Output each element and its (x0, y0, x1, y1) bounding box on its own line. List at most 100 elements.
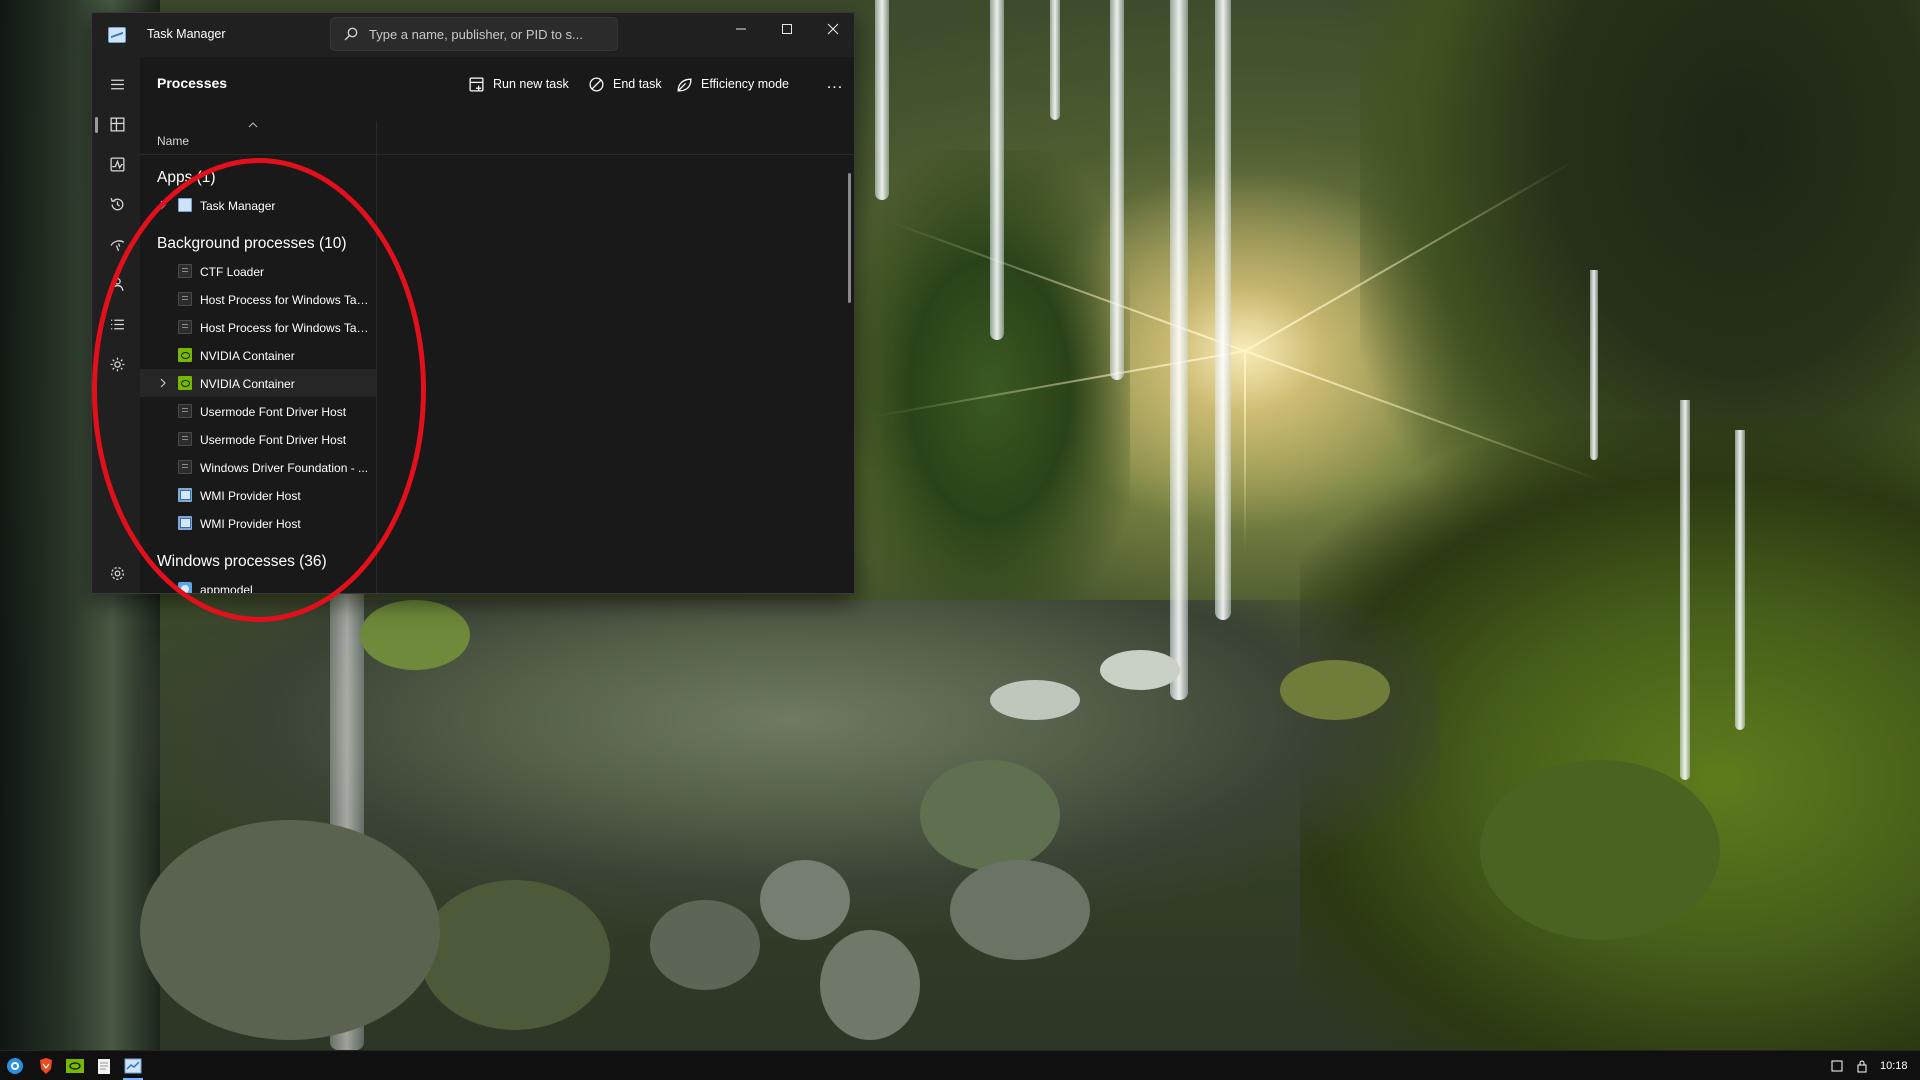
taskbar-brave-button[interactable] (34, 1054, 58, 1078)
column-divider (376, 121, 377, 593)
efficiency-mode-button[interactable]: Efficiency mode (670, 69, 795, 99)
more-options-button[interactable]: ... (820, 69, 850, 99)
process-row[interactable]: appmodel (140, 575, 376, 593)
close-button[interactable] (810, 13, 856, 45)
end-task-button[interactable]: End task (582, 69, 668, 99)
process-name: Host Process for Windows Tasks (200, 321, 372, 335)
vertical-scrollbar[interactable] (848, 173, 851, 303)
minimize-button[interactable] (718, 13, 764, 45)
tray-show-desktop[interactable] (1831, 1057, 1843, 1075)
nav-processes[interactable] (95, 107, 134, 141)
generic-process-icon (178, 460, 192, 474)
history-icon (110, 197, 123, 210)
taskbar-nvidia-button[interactable] (63, 1054, 87, 1078)
icicle (1215, 0, 1231, 620)
services-icon (110, 357, 124, 371)
process-row[interactable]: Windows Driver Foundation - ... (140, 453, 376, 481)
icicle (1110, 0, 1124, 380)
taskbar-notepad-button[interactable] (92, 1054, 116, 1078)
page-title: Processes (157, 75, 228, 91)
group-header-windows: Windows processes (36) (157, 553, 327, 570)
chevron-right-icon[interactable] (158, 377, 168, 389)
run-new-task-icon (469, 76, 484, 92)
icicle (990, 0, 1004, 340)
search-box[interactable] (330, 17, 618, 51)
sort-ascending-icon[interactable] (248, 121, 258, 129)
command-bar: Processes Run new task End task Efficien… (140, 57, 854, 111)
tray-lock-icon (1857, 1060, 1867, 1073)
group-header-background: Background processes (10) (157, 235, 347, 252)
mossy-rock (360, 600, 470, 670)
nav-startup-apps[interactable] (100, 227, 134, 261)
process-row[interactable]: WMI Provider Host (140, 481, 376, 509)
process-name: WMI Provider Host (200, 517, 301, 531)
taskbar-task-manager-button[interactable] (121, 1054, 145, 1080)
settings-gear-icon (110, 566, 124, 580)
nav-settings[interactable] (100, 556, 134, 590)
process-name: NVIDIA Container (200, 377, 295, 391)
processes-page: Processes Run new task End task Efficien… (140, 57, 854, 593)
generic-process-icon (178, 292, 192, 306)
process-name: Windows Driver Foundation - ... (200, 461, 369, 475)
tray-window-icon (1831, 1060, 1843, 1072)
end-task-label: End task (613, 77, 662, 91)
start-logo-icon (7, 1058, 23, 1074)
icicle (1050, 0, 1060, 120)
mossy-rock (1280, 660, 1390, 720)
task-manager-app-icon (108, 27, 126, 43)
name-column-header[interactable]: Name (157, 134, 189, 148)
taskbar: 10:18 (0, 1050, 1920, 1080)
tray-network[interactable] (1855, 1057, 1869, 1075)
startup-icon (110, 239, 124, 251)
process-name: Usermode Font Driver Host (200, 405, 347, 419)
icicle (1735, 430, 1745, 730)
nav-services[interactable] (100, 347, 134, 381)
sun-ray (1244, 351, 1246, 551)
task-manager-icon (178, 198, 192, 212)
icicle (1590, 270, 1598, 460)
notepad-icon (98, 1058, 110, 1074)
generic-process-icon (178, 432, 192, 446)
nav-users[interactable] (100, 267, 134, 301)
efficiency-mode-label: Efficiency mode (701, 77, 790, 91)
rock (820, 930, 920, 1040)
nav-details[interactable] (100, 307, 134, 341)
process-row[interactable]: WMI Provider Host (140, 509, 376, 537)
chevron-right-icon[interactable] (158, 199, 168, 211)
efficiency-leaf-icon (677, 78, 692, 92)
process-name: CTF Loader (200, 265, 265, 279)
task-manager-window: Task Manager Type a name, publisher, or … (91, 12, 855, 594)
nvidia-icon (178, 348, 192, 362)
process-row[interactable]: NVIDIA Container (140, 341, 376, 369)
generic-process-icon (178, 264, 192, 278)
nav-app-history[interactable] (100, 187, 134, 221)
snowy-rock (990, 680, 1080, 720)
process-row[interactable]: Host Process for Windows Tasks (140, 285, 376, 313)
title-bar: Task Manager (92, 13, 854, 57)
process-row[interactable]: Task Manager (140, 191, 376, 219)
taskbar-clock[interactable]: 10:18 (1880, 1057, 1908, 1075)
minimize-icon (736, 28, 746, 30)
performance-icon (109, 156, 125, 172)
process-name: Host Process for Windows Tasks (200, 293, 372, 307)
hamburger-menu-button[interactable] (100, 67, 134, 101)
rock (920, 760, 1060, 870)
process-name: WMI Provider Host (200, 489, 301, 503)
taskbar-start-button[interactable] (3, 1054, 27, 1078)
process-row[interactable]: Host Process for Windows Tasks (140, 313, 376, 341)
column-header-row: Name (140, 121, 854, 155)
process-row[interactable]: Usermode Font Driver Host (140, 397, 376, 425)
process-row[interactable]: CTF Loader (140, 257, 376, 285)
window-title: Task Manager (147, 27, 226, 41)
process-name: Task Manager (200, 199, 276, 213)
search-input[interactable] (369, 18, 609, 50)
maximize-button[interactable] (764, 13, 810, 45)
process-row[interactable]: NVIDIA Container (140, 369, 376, 397)
run-new-task-label: Run new task (493, 77, 569, 91)
nav-performance[interactable] (100, 147, 134, 181)
end-task-icon (589, 76, 604, 92)
processes-icon (109, 116, 125, 132)
process-row[interactable]: Usermode Font Driver Host (140, 425, 376, 453)
run-new-task-button[interactable]: Run new task (462, 69, 575, 99)
task-manager-taskbar-icon (124, 1058, 142, 1074)
